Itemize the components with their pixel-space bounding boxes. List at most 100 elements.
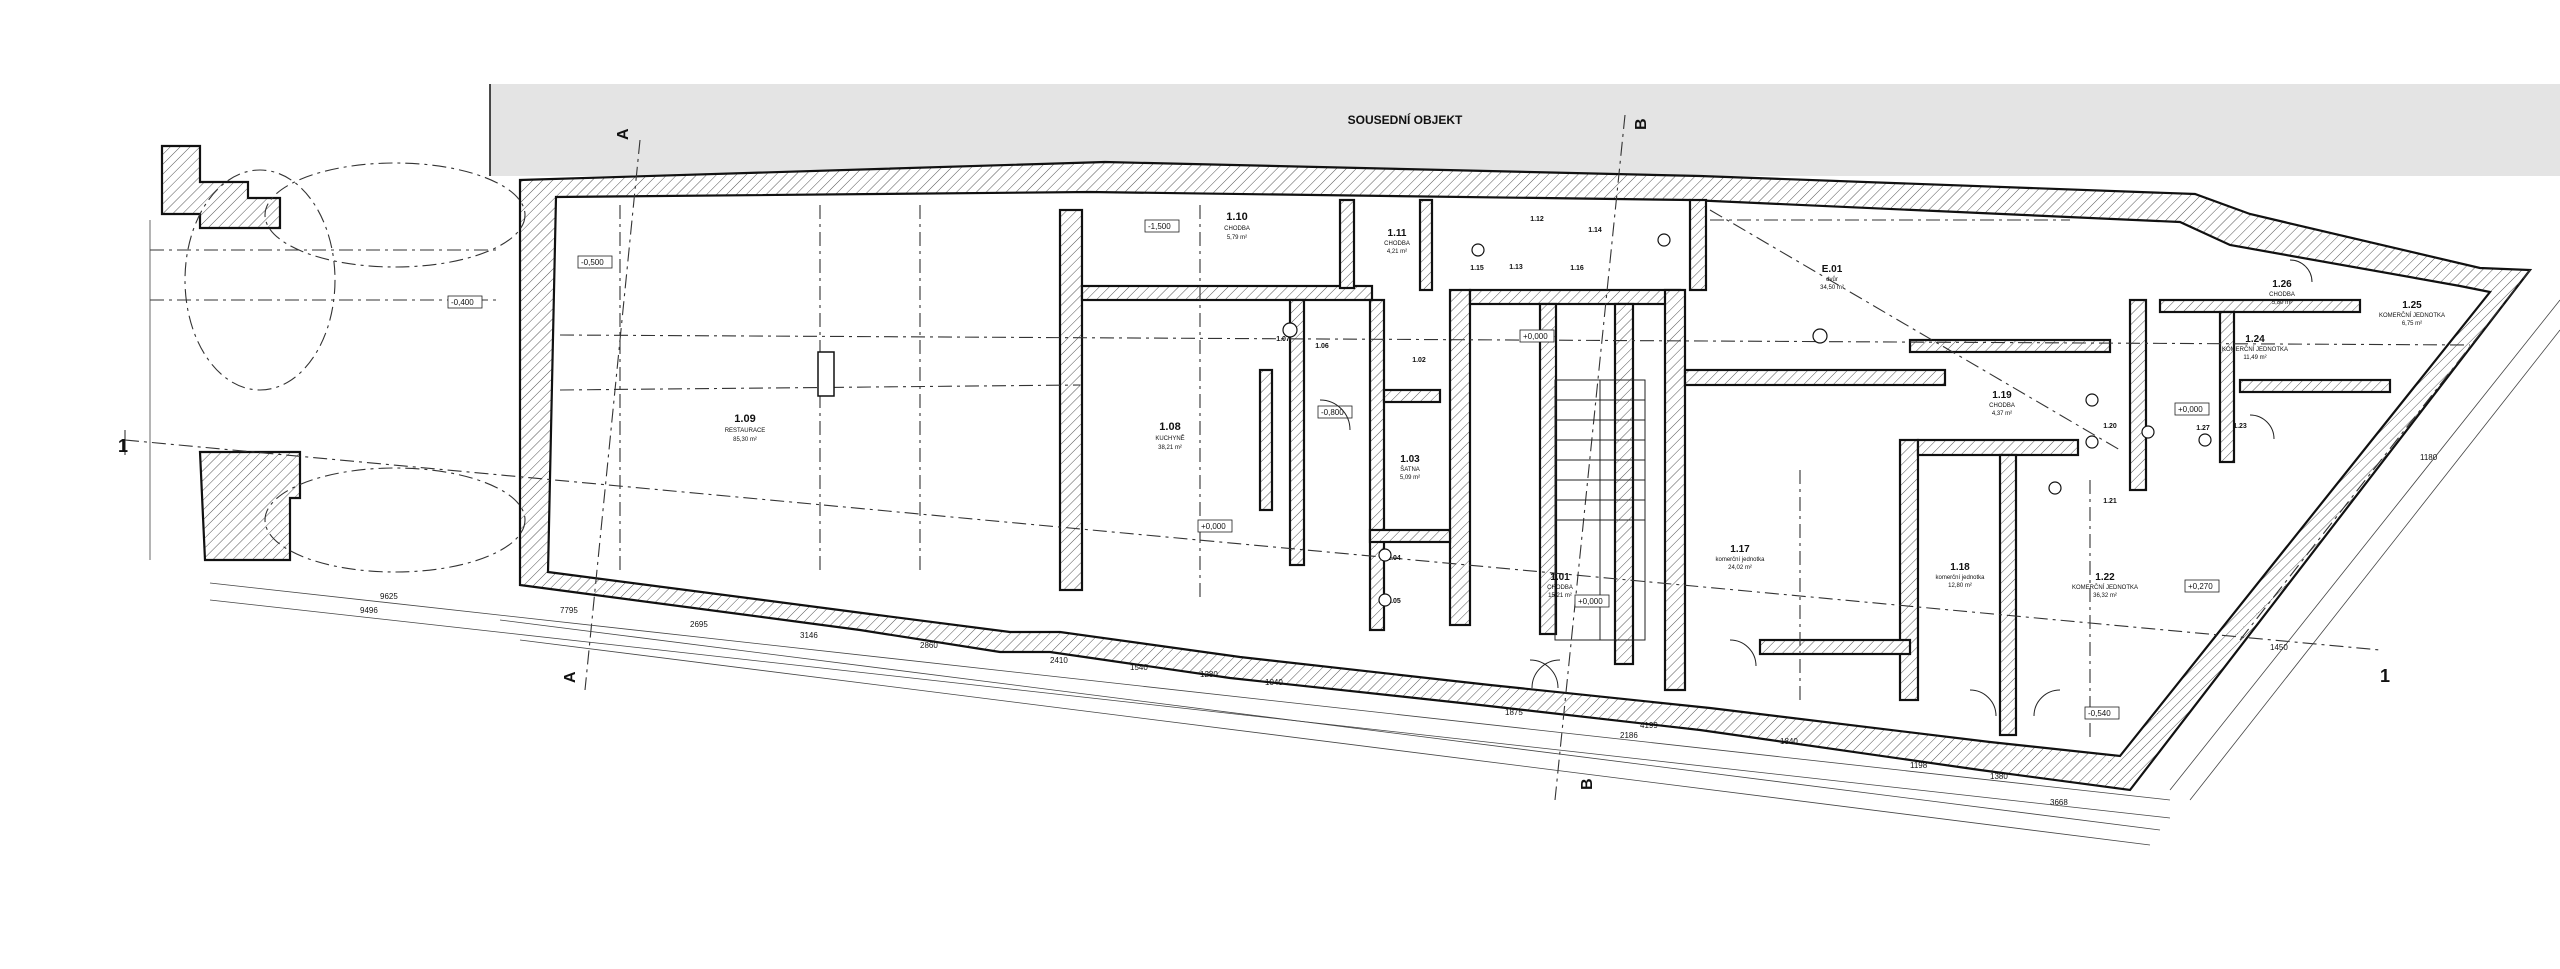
svg-text:12,80 m²: 12,80 m²	[1948, 583, 1972, 589]
svg-text:36,32 m²: 36,32 m²	[2093, 593, 2117, 599]
section-1-left-mark: 1	[118, 436, 128, 456]
svg-text:+0,000: +0,000	[2178, 405, 2203, 414]
room-1-01: 1.01 CHODBA 15,21 m²	[1547, 572, 1573, 599]
column	[817, 351, 835, 397]
section-a-top-mark: A	[615, 128, 632, 140]
room-1-08: 1.08KUCHYNĚ 38,21 m²	[1155, 421, 1184, 451]
svg-text:1.22: 1.22	[2095, 572, 2115, 583]
svg-text:-0,500: -0,500	[581, 258, 604, 267]
svg-text:3146: 3146	[800, 631, 818, 640]
room-1-18: 1.18 komerční jednotka 12,80 m²	[1935, 562, 1985, 589]
svg-text:1.12: 1.12	[1530, 216, 1544, 223]
svg-text:KOMERČNÍ JEDNOTKA: KOMERČNÍ JEDNOTKA	[2072, 584, 2138, 591]
svg-text:CHODBA: CHODBA	[1989, 403, 2015, 409]
floor-plan-drawing: SOUSEDNÍ OBJEKT 1 1 A A B B 9625 9496 77…	[118, 84, 2560, 846]
svg-text:E.01: E.01	[1822, 264, 1843, 275]
svg-text:1.27: 1.27	[2196, 425, 2210, 432]
svg-text:34,50 m²: 34,50 m²	[1820, 285, 1844, 291]
svg-text:CHODBA: CHODBA	[1384, 241, 1410, 247]
room-1-26: 1.26 CHODBA 5,80 m²	[2269, 279, 2295, 306]
neighbor-label: SOUSEDNÍ OBJEKT	[1348, 112, 1463, 127]
svg-text:4,21 m²: 4,21 m²	[1387, 249, 1407, 255]
svg-text:5,80 m²: 5,80 m²	[2272, 300, 2292, 306]
svg-text:9625: 9625	[380, 592, 398, 601]
svg-text:1.18: 1.18	[1950, 562, 1970, 573]
svg-text:1875: 1875	[1505, 708, 1523, 717]
svg-text:1.21: 1.21	[2103, 498, 2117, 505]
svg-text:4,37 m²: 4,37 m²	[1992, 411, 2012, 417]
ceiling-dashed-lines	[559, 205, 2471, 740]
svg-text:1.26: 1.26	[2272, 279, 2292, 290]
svg-text:KOMERČNÍ JEDNOTKA: KOMERČNÍ JEDNOTKA	[2222, 346, 2288, 353]
room-1-19: 1.19 CHODBA 4,37 m²	[1989, 390, 2015, 417]
svg-text:1.23: 1.23	[2233, 423, 2247, 430]
svg-text:1.09: 1.09	[734, 413, 755, 425]
svg-text:CHODBA: CHODBA	[1224, 226, 1250, 232]
svg-text:1.19: 1.19	[1992, 390, 2012, 401]
section-1-right-mark: 1	[2380, 666, 2390, 686]
svg-text:1.03: 1.03	[1400, 454, 1420, 465]
svg-text:5,09 m²: 5,09 m²	[1400, 475, 1420, 481]
svg-text:1.06: 1.06	[1315, 343, 1329, 350]
svg-text:-0,800: -0,800	[1321, 408, 1344, 417]
svg-text:1.02: 1.02	[1412, 357, 1426, 364]
svg-text:1840: 1840	[1780, 737, 1798, 746]
svg-text:-0,540: -0,540	[2088, 709, 2111, 718]
svg-text:2860: 2860	[920, 641, 938, 650]
svg-text:1.08: 1.08	[1159, 421, 1180, 433]
svg-text:5,79 m²: 5,79 m²	[1227, 235, 1247, 241]
svg-text:KUCHYNĚ: KUCHYNĚ	[1155, 434, 1184, 442]
svg-text:1.11: 1.11	[1388, 228, 1407, 239]
room-1-25: 1.25KOMERČNÍ JEDNOTKA 6,75 m²	[2379, 300, 2445, 327]
svg-text:9496: 9496	[360, 606, 378, 615]
svg-text:+0,000: +0,000	[1578, 597, 1603, 606]
svg-text:1280: 1280	[1200, 670, 1218, 679]
neighbor-building	[490, 84, 2560, 176]
svg-text:3668: 3668	[2050, 798, 2068, 807]
svg-text:15,21 m²: 15,21 m²	[1548, 593, 1572, 599]
room-1-11: 1.11 CHODBA 4,21 m²	[1384, 228, 1410, 255]
room-1-22: 1.22KOMERČNÍ JEDNOTKA 36,32 m²	[2072, 572, 2138, 599]
left-wall-fragment-bottom	[198, 450, 302, 562]
svg-text:2186: 2186	[1620, 731, 1638, 740]
room-1-10: 1.10 CHODBA 5,79 m²	[1224, 211, 1250, 241]
room-1-17: 1.17 komerční jednotka 24,02 m²	[1715, 544, 1765, 571]
svg-text:+0,000: +0,000	[1201, 522, 1226, 531]
section-b-bottom-mark: B	[1579, 778, 1596, 790]
section-b-top-mark: B	[1633, 118, 1650, 130]
svg-text:1.10: 1.10	[1226, 211, 1247, 223]
svg-text:1180: 1180	[2420, 453, 2438, 462]
svg-text:1380: 1380	[1990, 772, 2008, 781]
svg-text:1198: 1198	[1910, 761, 1928, 770]
svg-text:7795: 7795	[560, 606, 578, 615]
svg-text:1.25: 1.25	[2402, 300, 2422, 311]
svg-text:1.20: 1.20	[2103, 423, 2117, 430]
svg-text:+0,000: +0,000	[1523, 332, 1548, 341]
svg-text:1040: 1040	[1265, 678, 1283, 687]
exterior-wall	[518, 160, 2533, 792]
svg-text:11,49 m²: 11,49 m²	[2243, 355, 2266, 361]
room-1-09: 1.09 RESTAURACE 85,30 m²	[725, 413, 766, 443]
svg-text:KOMERČNÍ JEDNOTKA: KOMERČNÍ JEDNOTKA	[2379, 312, 2445, 319]
room-e-01: E.01dvůr 34,50 m²	[1820, 264, 1844, 291]
dimension-chains	[149, 220, 2560, 846]
svg-text:1.14: 1.14	[1588, 227, 1602, 234]
svg-text:1.17: 1.17	[1730, 544, 1750, 555]
svg-text:2410: 2410	[1050, 656, 1068, 665]
svg-text:dvůr: dvůr	[1826, 276, 1838, 283]
interior-walls	[1058, 198, 2392, 737]
svg-text:komerční jednotka: komerční jednotka	[1935, 575, 1985, 581]
svg-text:38,21 m²: 38,21 m²	[1158, 445, 1182, 451]
svg-text:4199: 4199	[1640, 721, 1658, 730]
svg-text:ŠATNA: ŠATNA	[1400, 466, 1420, 473]
svg-text:1.24: 1.24	[2245, 334, 2265, 345]
svg-text:85,30 m²: 85,30 m²	[733, 437, 757, 443]
svg-text:1.13: 1.13	[1509, 264, 1523, 271]
svg-text:komerční jednotka: komerční jednotka	[1715, 557, 1765, 563]
svg-text:1540: 1540	[1130, 663, 1148, 672]
svg-text:CHODBA: CHODBA	[2269, 292, 2295, 298]
room-1-03: 1.03ŠATNA 5,09 m²	[1400, 454, 1420, 481]
svg-text:1.15: 1.15	[1470, 265, 1484, 272]
svg-text:CHODBA: CHODBA	[1547, 585, 1573, 591]
svg-text:-0,400: -0,400	[451, 298, 474, 307]
